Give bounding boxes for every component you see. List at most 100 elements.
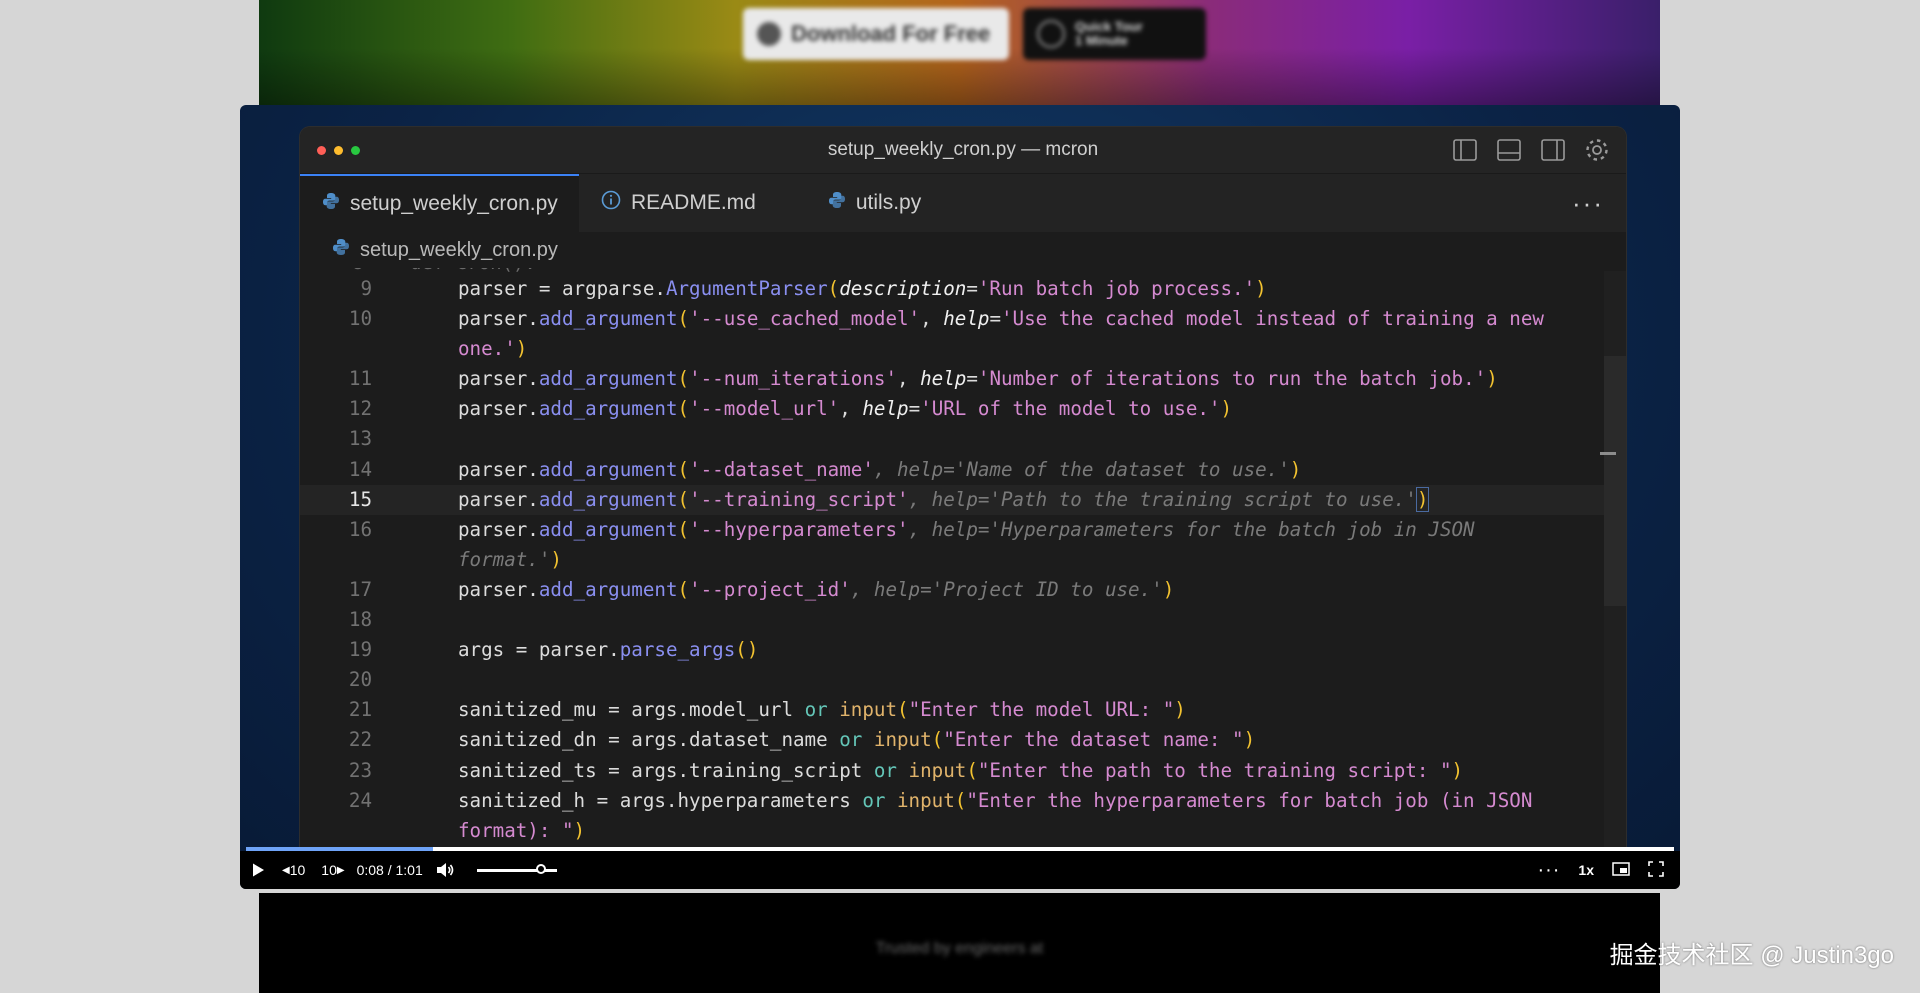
token: 'Number of iterations to run the batch j… bbox=[977, 367, 1487, 391]
token: ( bbox=[897, 698, 909, 722]
token: help bbox=[920, 367, 967, 391]
token: '--project_id' bbox=[689, 577, 851, 601]
code-line: 11 parser.add_argument('--num_iterations… bbox=[300, 364, 1626, 394]
line-number: 24 bbox=[348, 788, 372, 812]
tab-label: README.md bbox=[631, 191, 756, 214]
code-text: parser.add_argument('--hyperparameters',… bbox=[458, 515, 1586, 575]
more-actions-icon[interactable]: ··· bbox=[1572, 188, 1604, 219]
token: parser = argparse. bbox=[458, 277, 666, 300]
picture-in-picture-icon[interactable] bbox=[1612, 861, 1630, 879]
maximize-window-button[interactable] bbox=[351, 146, 360, 155]
token: = bbox=[966, 367, 978, 391]
code-text: parser.add_argument('--model_url', help=… bbox=[458, 394, 1586, 424]
token: parser. bbox=[458, 457, 539, 481]
code-line: 16 parser.add_argument('--hyperparameter… bbox=[300, 515, 1626, 575]
code-text: args = parser.parse_args() bbox=[458, 635, 1586, 665]
token: ( bbox=[677, 577, 690, 601]
more-options-icon[interactable]: ··· bbox=[1537, 859, 1560, 882]
code-area[interactable]: 8 def cron(): 9 parser = argparse.Argume… bbox=[300, 268, 1626, 847]
token: ( bbox=[677, 517, 690, 541]
token: sanitized_dn = args.dataset_name bbox=[458, 728, 840, 752]
minimize-window-button[interactable] bbox=[334, 146, 343, 155]
playback-speed-button[interactable]: 1x bbox=[1578, 862, 1594, 878]
token: ( bbox=[677, 307, 690, 331]
toggle-primary-sidebar-icon[interactable] bbox=[1450, 136, 1480, 164]
python-icon bbox=[828, 191, 846, 215]
token: "Enter the dataset name: " bbox=[943, 728, 1244, 752]
token: , bbox=[897, 367, 921, 391]
ai-suggestion-text: , help='Name of the dataset to use.' bbox=[873, 457, 1290, 481]
volume-slider[interactable] bbox=[476, 863, 557, 874]
toggle-secondary-sidebar-icon[interactable] bbox=[1538, 136, 1568, 164]
token: help bbox=[862, 397, 909, 421]
volume-slider-handle[interactable] bbox=[535, 863, 546, 874]
toggle-panel-icon[interactable] bbox=[1494, 136, 1524, 164]
token: ) bbox=[1162, 577, 1175, 601]
token: or bbox=[873, 758, 897, 782]
forward-10-button[interactable]: 10 ▶ bbox=[321, 851, 344, 889]
line-number: 19 bbox=[348, 638, 372, 662]
token: ( bbox=[954, 788, 967, 812]
volume-button[interactable] bbox=[435, 851, 455, 889]
python-icon bbox=[322, 192, 340, 216]
token: '--training_script' bbox=[689, 487, 909, 511]
token: or bbox=[862, 788, 886, 812]
token: ) bbox=[1243, 728, 1256, 752]
cursor-position-marker bbox=[1600, 452, 1616, 455]
token: ) bbox=[1289, 457, 1302, 481]
settings-gear-icon[interactable] bbox=[1582, 136, 1612, 164]
code-line: 19 args = parser.parse_args() bbox=[300, 635, 1626, 665]
speaker-icon bbox=[436, 863, 454, 877]
breadcrumb-file[interactable]: setup_weekly_cron.py bbox=[360, 239, 558, 262]
token: ( bbox=[931, 728, 944, 752]
quick-tour-line1: Quick Tour bbox=[1075, 19, 1143, 34]
token: help bbox=[943, 307, 990, 331]
play-circle-icon bbox=[1037, 20, 1065, 48]
video-player[interactable]: setup_weekly_cron.py — mcron setup_weekl… bbox=[240, 105, 1680, 889]
download-icon bbox=[757, 22, 781, 46]
token: parser. bbox=[458, 487, 539, 511]
token: '--dataset_name' bbox=[689, 457, 874, 481]
rewind-10-button[interactable]: ◀ 10 bbox=[282, 851, 305, 889]
window-titlebar: setup_weekly_cron.py — mcron bbox=[300, 127, 1626, 174]
token: ) bbox=[550, 547, 562, 571]
code-line: 10 parser.add_argument('--use_cached_mod… bbox=[300, 304, 1626, 364]
play-icon bbox=[253, 863, 264, 877]
editor-tabs: setup_weekly_cron.py README.md utils.py … bbox=[300, 174, 1626, 232]
token: ) bbox=[1486, 367, 1498, 391]
token: ( bbox=[677, 457, 690, 481]
token: parse_args bbox=[619, 638, 736, 662]
code-text: sanitized_dn = args.dataset_name or inpu… bbox=[458, 725, 1586, 755]
code-line: 9 parser = argparse.ArgumentParser(descr… bbox=[300, 274, 1626, 304]
token: add_argument bbox=[538, 307, 678, 331]
line-number: 21 bbox=[348, 698, 372, 722]
tab-utils[interactable]: utils.py bbox=[778, 174, 943, 232]
trusted-by-text: Trusted by engineers at bbox=[875, 940, 1044, 957]
forward-label: 10 bbox=[321, 862, 337, 878]
close-window-button[interactable] bbox=[317, 146, 326, 155]
play-button[interactable] bbox=[250, 851, 266, 889]
token: "Enter the model URL: " bbox=[908, 698, 1175, 722]
trusted-by-section: Trusted by engineers at bbox=[259, 893, 1660, 993]
download-button[interactable]: Download For Free bbox=[743, 8, 1009, 60]
token: sanitized_ts = args.training_script bbox=[458, 758, 874, 782]
token: = bbox=[908, 397, 921, 421]
line-number: 9 bbox=[360, 277, 372, 300]
code-editor-window: setup_weekly_cron.py — mcron setup_weekl… bbox=[300, 127, 1626, 847]
tab-setup-weekly-cron[interactable]: setup_weekly_cron.py bbox=[300, 174, 579, 232]
breadcrumb[interactable]: setup_weekly_cron.py bbox=[300, 232, 1626, 268]
token: = bbox=[966, 277, 978, 300]
video-controls: ◀ 10 10 ▶ 0:08 / 1:01 ··· 1x bbox=[240, 851, 1680, 889]
tab-readme[interactable]: README.md bbox=[579, 174, 778, 232]
token: ) bbox=[1451, 758, 1464, 782]
token: ( bbox=[677, 367, 690, 391]
token: parser. bbox=[458, 517, 539, 541]
token: args = parser. bbox=[458, 638, 620, 662]
fullscreen-icon[interactable] bbox=[1648, 860, 1664, 880]
scrollbar-thumb[interactable] bbox=[1604, 356, 1626, 606]
code-line: 23 sanitized_ts = args.training_script o… bbox=[300, 756, 1626, 786]
vertical-scrollbar[interactable] bbox=[1600, 271, 1626, 847]
quick-tour-button[interactable]: Quick Tour 1 Minute bbox=[1023, 8, 1206, 60]
